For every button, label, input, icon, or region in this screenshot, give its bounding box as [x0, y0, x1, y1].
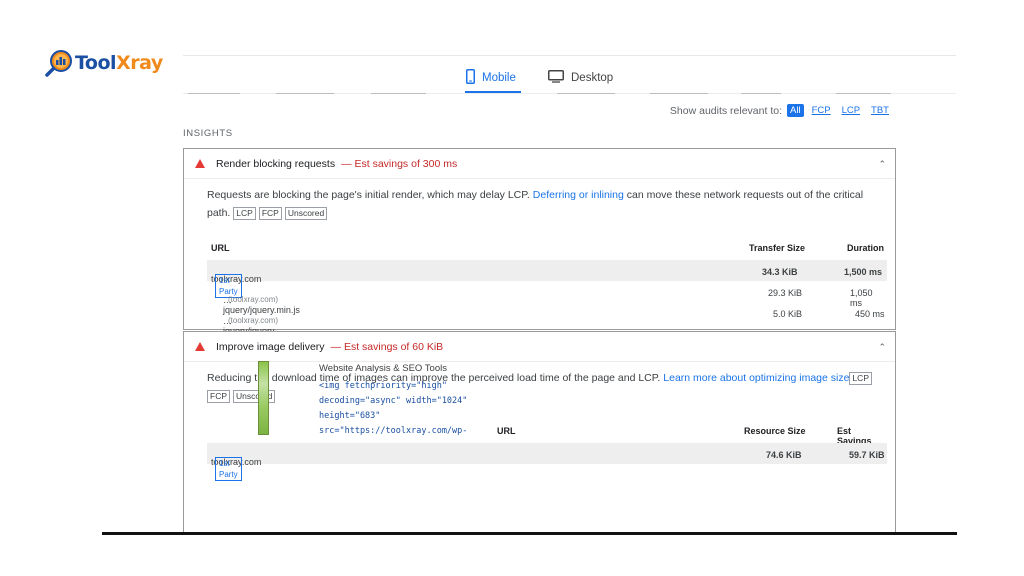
table-header: URL Transfer Size Duration — [211, 243, 884, 253]
learn-more-link[interactable]: Learn more about optimizing image size — [663, 372, 849, 384]
table-row[interactable]: …jquery/jquery-migrate.min.js(toolxray.c… — [207, 302, 887, 346]
filter-tbt[interactable]: TBT — [868, 104, 892, 117]
element-snippet: Website Analysis & SEO Tools <img fetchp… — [319, 363, 467, 439]
tab-mobile[interactable]: Mobile — [466, 63, 522, 93]
code-line: decoding="async" width="1024" — [319, 396, 468, 406]
insight-description: Requests are blocking the page's initial… — [207, 189, 864, 220]
insight-savings: — Est savings of 300 ms — [341, 157, 458, 170]
image-delivery-header[interactable]: Improve image delivery — Est savings of … — [184, 332, 895, 362]
warning-triangle-icon — [195, 342, 205, 351]
table-header: URL Resource Size Est Savings — [497, 426, 872, 446]
tag-fcp: FCP — [258, 206, 282, 220]
code-line: height="683" — [319, 411, 381, 421]
code-line: src="https://toolxray.com/wp- — [319, 426, 468, 436]
table-row[interactable]: toolxray.com 1st Party 74.6 KiB 59.7 KiB — [207, 443, 887, 481]
render-blocking-table: URL Transfer Size Duration toolxray.com 1… — [207, 236, 887, 346]
chevron-up-icon[interactable]: ⌃ — [878, 342, 886, 353]
image-delivery-table: URL Resource Size Est Savings toolxray.c… — [207, 419, 887, 481]
phone-icon — [466, 69, 475, 87]
image-thumbnail — [258, 361, 269, 435]
frame-bottom-border — [102, 532, 957, 535]
insight-savings: — Est savings of 60 KiB — [330, 340, 444, 353]
tag-unscored: Unscored — [233, 389, 276, 403]
lighthouse-report: Mobile Desktop Show audits relevant to: … — [183, 55, 956, 534]
render-blocking-insight: Render blocking requests — Est savings o… — [183, 148, 896, 346]
device-tabs: Mobile Desktop — [183, 63, 956, 93]
insight-description: Reducing the download time of images can… — [184, 362, 895, 405]
warning-triangle-icon — [195, 159, 205, 168]
first-party-badge: 1st Party — [215, 457, 242, 481]
brand-name: ToolXray — [75, 52, 163, 74]
insight-title: Improve image delivery — [216, 340, 325, 353]
filter-lcp[interactable]: LCP — [839, 104, 863, 117]
image-delivery-insight: Improve image delivery — Est savings of … — [183, 331, 896, 534]
insight-title: Render blocking requests — [216, 157, 336, 170]
filter-all[interactable]: All — [787, 104, 804, 117]
table-row[interactable]: toolxray.com 1st Party 34.3 KiB 1,500 ms — [207, 260, 887, 298]
deferring-link[interactable]: Deferring or inlining — [533, 189, 624, 201]
toolxray-logo: ToolXray — [44, 48, 163, 78]
magnifier-logo-icon — [44, 48, 74, 78]
audit-filter-label: Show audits relevant to: — [669, 104, 782, 117]
element-title: Website Analysis & SEO Tools — [319, 363, 447, 374]
tag-fcp: FCP — [207, 389, 230, 403]
filter-fcp[interactable]: FCP — [809, 104, 834, 117]
code-line: <img fetchpriority="high" — [319, 381, 447, 391]
tab-mobile-label: Mobile — [482, 72, 516, 84]
tab-desktop-label: Desktop — [571, 72, 614, 84]
tag-lcp: LCP — [233, 206, 256, 220]
tab-desktop[interactable]: Desktop — [548, 63, 618, 93]
audit-filter: Show audits relevant to: All FCP LCP TBT — [670, 104, 892, 117]
render-blocking-header[interactable]: Render blocking requests — Est savings o… — [184, 149, 895, 179]
tag-unscored: Unscored — [284, 206, 328, 220]
metric-gauge-remnants — [183, 93, 956, 97]
table-row[interactable]: …jquery/jquery.min.js (toolxray.com) 29.3… — [207, 281, 887, 315]
tag-lcp: LCP — [849, 371, 872, 385]
monitor-icon — [548, 70, 564, 86]
insights-heading: INSIGHTS — [183, 128, 233, 139]
chevron-up-icon[interactable]: ⌃ — [878, 159, 886, 170]
